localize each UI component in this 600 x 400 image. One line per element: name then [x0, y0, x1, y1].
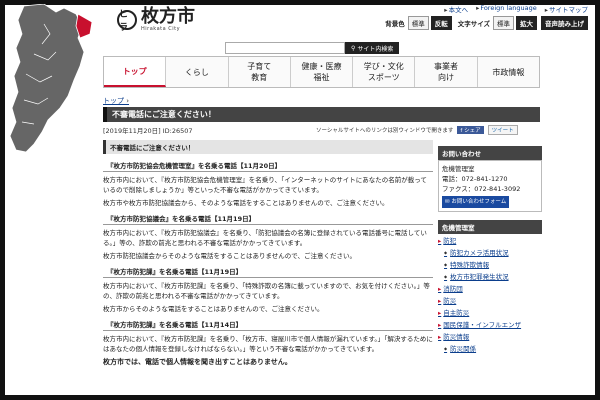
search-button-label: サイト内検索: [357, 45, 394, 53]
search-input[interactable]: [225, 42, 345, 54]
section-paragraph: 枚方市内において、『枚方市防犯協議会』を名乗り、「防犯協議会の名簿に登録されてい…: [103, 229, 427, 247]
menu-item-fire-brigade[interactable]: 消防団: [438, 284, 542, 294]
mail-icon: ✉: [445, 199, 450, 205]
page-meta: [2019年11月20日] ID:26507: [103, 127, 193, 135]
menu-item-crime-prevention[interactable]: 防犯: [438, 236, 542, 246]
section-title: 『枚方市防犯協会危機管理室』を名乗る電話【11月20日】: [103, 160, 433, 172]
sitemap-link[interactable]: サイトマップ: [545, 4, 588, 14]
section-title: 『枚方市防犯課』を名乗る電話【11月14日】: [103, 319, 433, 331]
menu-item-disaster[interactable]: 防災: [438, 296, 542, 306]
search-button[interactable]: ⚲ サイト内検索: [345, 42, 400, 54]
accessibility-controls: 背景色 標準 反転 文字サイズ 標準 拡大 音声読み上げ: [381, 16, 588, 30]
section-paragraph: 枚方市内において、『枚方市防犯協会危機管理室』を名乗り、「インターネットのサイト…: [103, 176, 427, 194]
section-paragraph: 枚方市防犯協議会からそのような電話をすることはありませんので、ご注意ください。: [103, 252, 357, 260]
menu-item-disaster-related[interactable]: 防災関係: [438, 344, 542, 354]
contact-heading: お問い合わせ: [438, 146, 542, 160]
nav-item-health[interactable]: 健康・医療 福祉: [290, 57, 354, 87]
nav-item-top[interactable]: トップ: [104, 57, 167, 87]
contact-dept: 危機管理室: [442, 165, 475, 173]
dept-menu: 危機管理室 防犯 防犯カメラ活用状況 特殊詐欺情報 枚方市犯罪発生状況 消防団 …: [438, 220, 542, 354]
font-large-button[interactable]: 拡大: [516, 16, 537, 30]
menu-item-disaster-info[interactable]: 防災情報: [438, 332, 542, 342]
contact-box: 危機管理室 電話：072-841-1270 ファクス：072-841-3092 …: [438, 160, 542, 212]
nav-item-living[interactable]: くらし: [166, 57, 229, 87]
page-title: 不審電話にご注意ください！: [103, 107, 540, 122]
lead-heading: 不審電話にご注意ください！: [103, 140, 433, 154]
read-aloud-button[interactable]: 音声読み上げ: [541, 16, 588, 30]
city-emblem-icon: ヒラ: [117, 10, 137, 33]
social-bar: ソーシャルサイトへのリンクは別ウィンドウで開きます f シェア ツイート: [316, 125, 518, 135]
nav-item-business[interactable]: 事業者 向け: [415, 57, 478, 87]
facebook-share-button[interactable]: f シェア: [457, 126, 484, 134]
nav-item-childcare[interactable]: 子育て 教育: [228, 57, 291, 87]
contact-fax: ファクス：072-841-3092: [442, 185, 521, 193]
menu-item-crime-stats[interactable]: 枚方市犯罪発生状況: [438, 272, 542, 282]
bg-standard-button[interactable]: 標準: [407, 16, 429, 30]
osaka-map-image: [9, 4, 93, 153]
font-size-label: 文字サイズ: [457, 20, 490, 28]
site-search: ⚲ サイト内検索: [225, 42, 400, 54]
bg-invert-button[interactable]: 反転: [430, 16, 452, 30]
bg-color-label: 背景色: [385, 20, 405, 28]
logo-title: 枚方市: [141, 6, 195, 27]
menu-item-civil-protection[interactable]: 国民保護・インフルエンザ: [438, 320, 542, 330]
tweet-button[interactable]: ツイート: [487, 125, 518, 135]
search-icon: ⚲: [351, 44, 356, 52]
menu-item-fraud-info[interactable]: 特殊詐欺情報: [438, 260, 542, 270]
font-standard-button[interactable]: 標準: [493, 16, 514, 30]
foreign-language-link[interactable]: Foreign language: [476, 4, 536, 14]
nav-item-city-info[interactable]: 市政情報: [477, 57, 539, 87]
contact-form-label: お問い合わせフォーム: [451, 199, 507, 205]
social-note: ソーシャルサイトへのリンクは別ウィンドウで開きます: [316, 128, 454, 134]
section-title: 『枚方市防犯協議会』を名乗る電話【11月19日】: [103, 213, 433, 225]
menu-item-camera[interactable]: 防犯カメラ活用状況: [438, 248, 542, 258]
sidebar: お問い合わせ 危機管理室 電話：072-841-1270 ファクス：072-84…: [438, 146, 542, 354]
dept-menu-heading: 危機管理室: [438, 220, 542, 234]
section-title: 『枚方市防犯課』を名乗る電話【11月19日】: [103, 266, 433, 278]
section-paragraph: 枚方市内において、『枚方市防犯課』を名乗り、「特殊詐欺の名簿に載っていますので、…: [103, 282, 430, 300]
article-body: 不審電話にご注意ください！ 『枚方市防犯協会危機管理室』を名乗る電話【11月20…: [103, 140, 433, 400]
breadcrumb-top-link[interactable]: トップ: [103, 96, 129, 106]
global-nav: トップ くらし 子育て 教育 健康・医療 福祉 学び・文化 スポーツ 事業者 向…: [103, 56, 540, 88]
article-footer-note: 枚方市では、電話で個人情報を聞き出すことはありません。: [103, 358, 292, 366]
top-links: 本文へ Foreign language サイトマップ: [444, 4, 588, 14]
nav-item-culture[interactable]: 学び・文化 スポーツ: [353, 57, 416, 87]
skip-to-content-link[interactable]: 本文へ: [444, 4, 469, 14]
site-logo[interactable]: ヒラ 枚方市 Hirakata City: [117, 6, 195, 33]
contact-tel: 電話：072-841-1270: [442, 175, 508, 183]
section-paragraph: 枚方市内において、『枚方市防犯課』を名乗り、「枚方市、寝屋川市で個人情報が漏れて…: [103, 335, 433, 353]
contact-form-button[interactable]: ✉ お問い合わせフォーム: [442, 196, 510, 208]
section-paragraph: 枚方市や枚方市防犯協議会から、そのような電話をすることはありませんので、ご注意く…: [103, 199, 389, 207]
section-paragraph: 枚方市からそのような電話をすることはありませんので、ご注意ください。: [103, 305, 324, 313]
menu-item-self-defense[interactable]: 自主防災: [438, 308, 542, 318]
